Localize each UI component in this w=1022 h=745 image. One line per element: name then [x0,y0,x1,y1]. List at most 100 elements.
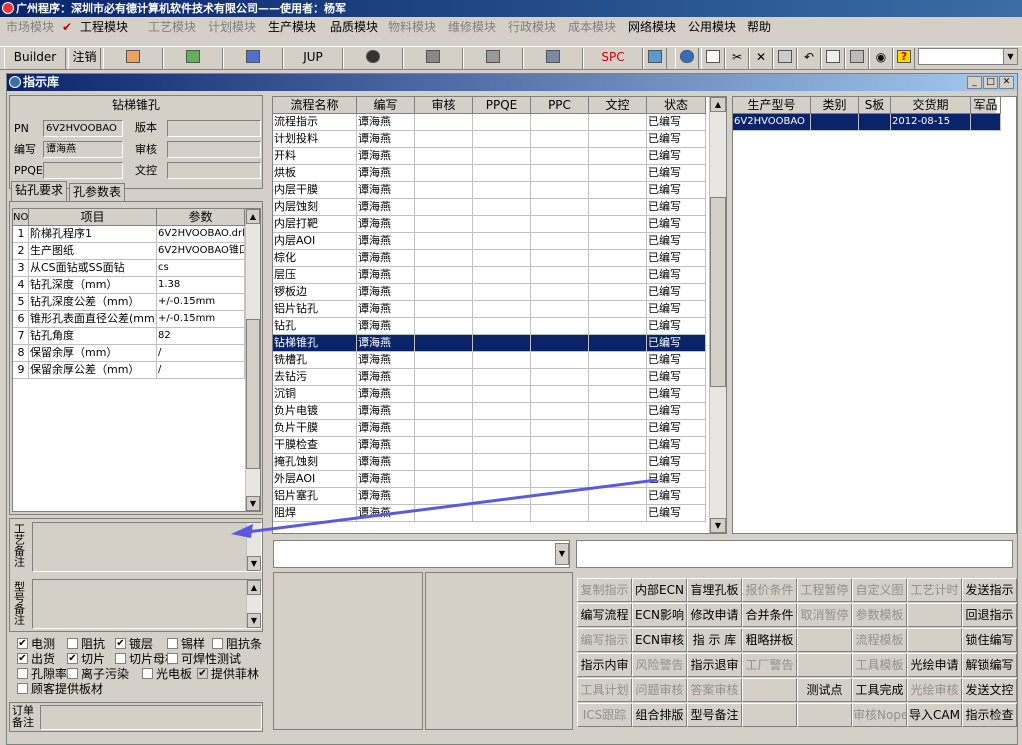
param-row[interactable]: 6 锥形孔表面直径公差(mm) +/-0.15mm [13,311,245,328]
action-button[interactable]: 参数模板 [852,603,907,627]
action-button[interactable]: 指示退审 [687,653,742,677]
close-button[interactable]: ✕ [999,76,1014,89]
checkbox-icon[interactable] [17,683,28,694]
action-button[interactable]: ICS跟踪 [577,703,632,727]
flow-row[interactable]: 棕化 谭海燕 已编写 [273,250,706,267]
menu-item[interactable]: 网络模块 [628,19,676,35]
action-button[interactable]: 流程模板 [852,628,907,652]
menu-item[interactable]: 维修模块 [448,19,496,35]
flow-row[interactable]: 计划投料 谭海燕 已编写 [273,131,706,148]
action-button[interactable]: 工具完成 [852,678,907,702]
checkbox-2[interactable]: 阻抗 [67,637,105,651]
order-note-memo[interactable] [40,705,262,730]
author-field[interactable]: 谭海燕 [43,141,123,158]
action-button[interactable]: 工艺计时 [907,578,962,602]
checkbox-icon[interactable] [212,638,223,649]
find-button[interactable]: ◉ [869,48,893,69]
menu-item[interactable]: 生产模块 [268,19,316,35]
action-button[interactable]: 风险警告 [632,653,687,677]
action-button[interactable]: 指示检查 [962,703,1017,727]
flow-row[interactable]: 开料 谭海燕 已编写 [273,148,706,165]
action-button[interactable]: 内部ECN [632,578,687,602]
flow-row[interactable]: 锣板边 谭海燕 已编写 [273,284,706,301]
action-button[interactable]: 审核Nope [852,703,907,727]
flow-col-header[interactable]: 审核 [415,97,473,114]
action-button[interactable]: 解锁编写 [962,653,1017,677]
version-field[interactable] [167,120,261,137]
memo2-scrollbar[interactable]: ▲ ▼ [246,580,261,628]
flow-row[interactable]: 烘板 谭海燕 已编写 [273,165,706,182]
action-button[interactable]: 工具模板 [852,653,907,677]
model-note-memo[interactable]: ▲ ▼ [32,579,262,629]
action-button[interactable]: 工厂警告 [742,653,797,677]
flow-row[interactable]: 内层打靶 谭海燕 已编写 [273,216,706,233]
action-button[interactable]: 发送指示 [962,578,1017,602]
action-button[interactable]: 导入CAM [907,703,962,727]
maximize-button[interactable]: □ [983,76,998,89]
menu-item[interactable]: 计划模块 [208,19,256,35]
doc-control-field[interactable] [167,162,261,179]
action-button[interactable]: 编写指示 [577,628,632,652]
machine-button[interactable] [523,48,583,69]
checkbox-icon[interactable] [67,668,78,679]
flow-col-header[interactable]: 编写 [357,97,415,114]
checkbox-icon[interactable]: ✔ [197,668,208,679]
scroll-thumb[interactable] [246,319,260,469]
checkbox-icon[interactable]: ✔ [115,638,126,649]
word-button[interactable] [223,48,283,69]
param-scrollbar[interactable]: ▲ ▼ [245,209,260,511]
flow-row[interactable]: 内层干膜 谭海燕 已编写 [273,182,706,199]
menu-item[interactable]: 行政模块 [508,19,556,35]
action-button[interactable]: 盲埋孔板 [687,578,742,602]
action-button[interactable]: 锁住编写 [962,628,1017,652]
action-button[interactable]: 测试点 [797,678,852,702]
param-row[interactable]: 9 保留余厚公差（mm） / [13,362,245,379]
minimize-button[interactable]: _ [967,76,982,89]
tab-hole-params[interactable]: 孔参数表 [69,183,126,201]
checkbox-icon[interactable]: ✔ [17,653,28,664]
scroll-up-icon[interactable]: ▲ [247,580,261,595]
flow-row[interactable]: 沉铜 谭海燕 已编写 [273,386,706,403]
delete-button[interactable]: ✕ [749,48,773,69]
tools-button[interactable] [463,48,523,69]
flow-col-header[interactable]: PPQE [473,97,531,114]
flow-row[interactable]: 钻梯锥孔 谭海燕 已编写 [273,335,706,352]
param-row[interactable]: 2 生产图纸 6V2HVOOBAO锥口 [13,243,245,260]
flow-row[interactable]: 铣槽孔 谭海燕 已编写 [273,352,706,369]
database-button[interactable] [403,48,463,69]
action-button[interactable]: 修改申请 [687,603,742,627]
action-button[interactable]: 合并条件 [742,603,797,627]
scroll-down-icon[interactable]: ▼ [247,556,261,571]
menu-item[interactable]: 工艺模块 [148,19,196,35]
action-button[interactable]: 指 示 库 [687,628,742,652]
action-button[interactable]: 粗略拼板 [742,628,797,652]
flow-combo[interactable]: ▼ [273,540,570,568]
flow-row[interactable]: 去钻污 谭海燕 已编写 [273,369,706,386]
menu-item[interactable]: 成本模块 [568,19,616,35]
model-col-header[interactable]: S板 [859,97,891,114]
action-button[interactable]: 报价条件 [742,578,797,602]
param-row[interactable]: 7 钻孔角度 82 [13,328,245,345]
jup-button[interactable]: JUP [283,48,343,69]
menu-item[interactable]: 品质模块 [330,19,378,35]
action-button[interactable]: 答案审核 [687,678,742,702]
flow-row[interactable]: 铝片钻孔 谭海燕 已编写 [273,301,706,318]
flow-row[interactable]: 内层蚀刻 谭海燕 已编写 [273,199,706,216]
scroll-down-icon[interactable]: ▼ [247,613,261,628]
scroll-up-icon[interactable]: ▲ [246,209,260,224]
checkbox-1[interactable]: ✔ 电测 [17,637,55,651]
model-col-header[interactable]: 生产型号 [733,97,811,114]
checkbox-icon[interactable]: ✔ [67,653,78,664]
action-button[interactable]: 取消暂停 [797,603,852,627]
flow-row[interactable]: 内层AOI 谭海燕 已编写 [273,233,706,250]
flow-scrollbar[interactable]: ▲ ▼ [709,97,726,533]
flow-row[interactable]: 流程指示 谭海燕 已编写 [273,114,706,131]
checkbox-icon[interactable] [115,653,126,664]
model-col-header[interactable]: 交货期 [891,97,971,114]
scroll-up-icon[interactable]: ▲ [710,97,726,112]
model-row[interactable]: 6V2HVOOBAO 2012-08-15 [733,114,1001,131]
checkbox-7[interactable]: ✔ 切片 [67,652,105,666]
spc-button[interactable]: SPC [583,48,643,69]
view-button[interactable] [343,48,403,69]
help-button[interactable]: ? [893,48,915,69]
